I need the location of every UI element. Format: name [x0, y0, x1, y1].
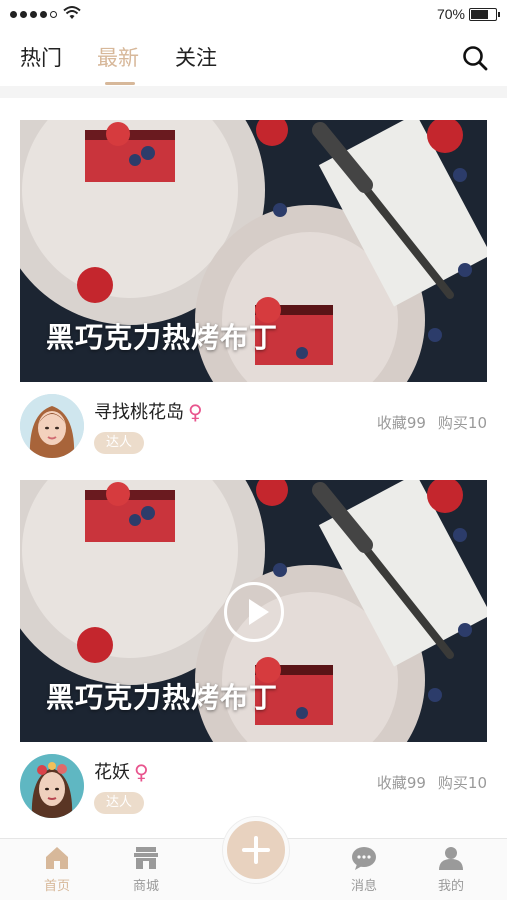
avatar[interactable]	[20, 754, 84, 818]
tab-hot[interactable]: 热门	[20, 42, 62, 72]
card-stats: 收藏99 购买10	[377, 412, 487, 433]
tab-profile-label: 我的	[437, 879, 464, 894]
card-meta: 寻找桃花岛 ♀ 达人 收藏99 购买10	[20, 382, 487, 462]
card-stats: 收藏99 购买10	[377, 772, 487, 793]
tab-shop[interactable]: 商城	[116, 845, 176, 894]
purchase-count: 购买10	[437, 414, 487, 432]
expert-badge: 达人	[94, 792, 145, 814]
active-tab-indicator	[105, 82, 135, 85]
recipe-video[interactable]: 黑巧克力热烤布丁	[20, 480, 487, 742]
shop-icon	[134, 847, 158, 869]
female-icon: ♀	[188, 400, 203, 424]
favorites-count: 收藏99	[376, 774, 426, 792]
tab-profile[interactable]: 我的	[421, 845, 481, 894]
author-name[interactable]: 花妖 ♀	[94, 758, 149, 784]
avatar[interactable]	[20, 394, 84, 458]
search-icon[interactable]	[461, 44, 489, 72]
wifi-icon	[63, 6, 81, 19]
expert-badge: 达人	[94, 432, 145, 454]
author-name[interactable]: 寻找桃花岛 ♀	[94, 398, 203, 424]
signal-strength-icon	[10, 11, 57, 18]
tab-latest[interactable]: 最新	[97, 42, 139, 72]
tab-home-label: 首页	[43, 879, 70, 894]
recipe-title: 黑巧克力热烤布丁	[46, 321, 279, 354]
top-nav: 热门 最新 关注	[0, 30, 507, 86]
tab-following[interactable]: 关注	[175, 42, 217, 72]
tab-messages-label: 消息	[350, 879, 377, 894]
card-meta: 花妖 ♀ 达人 收藏99 购买10	[20, 742, 487, 822]
battery-icon	[469, 8, 500, 21]
purchase-count: 购买10	[437, 774, 487, 792]
recipe-image[interactable]: 黑巧克力热烤布丁	[20, 120, 487, 382]
tab-messages[interactable]: 消息	[334, 845, 394, 894]
author-name-text: 寻找桃花岛	[94, 402, 184, 423]
status-bar: 70%	[0, 0, 507, 30]
user-icon	[439, 847, 463, 870]
feed-card[interactable]: 黑巧克力热烤布丁 花妖 ♀ 达人 收藏99 购买10	[20, 480, 487, 822]
favorites-count: 收藏99	[376, 414, 426, 432]
tab-home[interactable]: 首页	[27, 845, 87, 894]
section-divider	[0, 86, 507, 98]
recipe-title: 黑巧克力热烤布丁	[46, 681, 279, 714]
author-name-text: 花妖	[94, 762, 130, 783]
play-icon[interactable]	[224, 582, 284, 642]
tab-shop-label: 商城	[132, 879, 159, 894]
plus-icon[interactable]	[223, 817, 289, 883]
female-icon: ♀	[134, 760, 149, 784]
message-icon	[352, 847, 376, 870]
battery-percentage: 70%	[436, 6, 465, 22]
home-icon	[46, 847, 68, 869]
feed-card[interactable]: 黑巧克力热烤布丁 寻找桃花岛 ♀ 达人 收藏99 购买10	[20, 120, 487, 462]
